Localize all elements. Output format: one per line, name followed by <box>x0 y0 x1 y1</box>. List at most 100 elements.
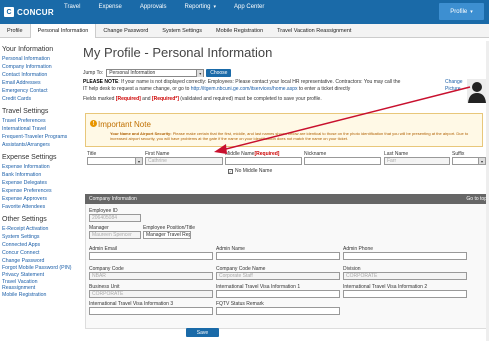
go-to-top-link[interactable]: Go to top <box>466 196 487 202</box>
note-prefix: PLEASE NOTE <box>83 79 119 85</box>
division-input[interactable]: CORPORATE <box>343 272 467 280</box>
manager-input[interactable]: Maureen Spencer <box>89 231 141 239</box>
jump-to-value: Personal Information <box>109 70 156 76</box>
name-change-note: PLEASE NOTE: If your name is not display… <box>83 79 403 92</box>
topnav-reporting-label: Reporting <box>184 4 211 10</box>
save-button[interactable]: Save <box>186 328 219 337</box>
topnav-travel-label: Travel <box>64 4 81 10</box>
sidebar-link[interactable]: Bank Information <box>2 171 80 179</box>
top-bar: C CONCUR Travel Expense Approvals Report… <box>0 0 489 24</box>
warning-icon: ! <box>90 120 97 127</box>
sidebar-heading: Your Information <box>2 46 54 53</box>
topnav-reporting[interactable]: Reporting ▾ <box>176 0 226 14</box>
sidebar-link[interactable]: Expense Delegates <box>2 179 80 187</box>
req-suffix: (validated and required) must be complet… <box>178 96 322 102</box>
sidebar-link[interactable]: Frequent-Traveler Programs <box>2 133 80 141</box>
last-name-input[interactable]: Farr <box>384 157 450 165</box>
middle-name-input[interactable] <box>225 157 302 165</box>
chevron-down-icon: ▾ <box>196 69 204 77</box>
note-suffix: to enter a ticket directly <box>297 85 351 92</box>
important-note-text: Your Name and Airport Security: Please m… <box>110 131 470 141</box>
title-select[interactable]: ▾ <box>87 157 143 165</box>
chevron-down-icon: ▾ <box>470 8 473 15</box>
itvi2-input[interactable] <box>343 290 467 298</box>
sidebar: Your Information Personal Information Co… <box>0 41 80 341</box>
sidebar-link[interactable]: Emergency Contact <box>2 87 80 95</box>
sidebar-link[interactable]: Favorite Attendees <box>2 203 80 211</box>
sidebar-link[interactable]: Concur Connect <box>2 249 80 257</box>
itvi3-input[interactable] <box>89 307 213 315</box>
topnav-expense[interactable]: Expense <box>89 0 130 14</box>
nickname-input[interactable] <box>304 157 381 165</box>
profile-menu-label: Profile <box>450 8 468 15</box>
sidebar-link[interactable]: Contact Information <box>2 71 80 79</box>
req-prefix: Fields marked <box>83 96 116 102</box>
topnav-approvals[interactable]: Approvals <box>131 0 176 14</box>
subnav-profile[interactable]: Profile <box>0 24 30 38</box>
business-unit-input[interactable]: CORPORATE <box>89 290 213 298</box>
sidebar-link[interactable]: Email Addresses <box>2 79 80 87</box>
page-title: My Profile - Personal Information <box>83 45 273 60</box>
suffix-select[interactable]: ▾ <box>452 157 486 165</box>
topnav-approvals-label: Approvals <box>139 4 167 10</box>
sidebar-link[interactable]: International Travel <box>2 125 80 133</box>
sidebar-link[interactable]: Expense Approvers <box>2 195 80 203</box>
sidebar-link[interactable]: E-Receipt Activation <box>2 225 80 233</box>
sidebar-link[interactable]: Personal Information <box>2 55 80 63</box>
sidebar-link[interactable]: Credit Cards <box>2 95 80 103</box>
topnav-app-center[interactable]: App Center <box>225 0 273 14</box>
it-help-link[interactable]: http://itgem.nbcuni.ge.com/itservices/ho… <box>191 86 298 92</box>
sidebar-link[interactable]: Travel Vacation Reassignment <box>2 279 62 291</box>
change-picture-line2: Picture <box>445 86 461 92</box>
profile-menu-button[interactable]: Profile ▾ <box>439 3 484 20</box>
fqtv-status-input[interactable] <box>216 307 340 315</box>
topnav-app-center-label: App Center <box>234 4 265 10</box>
sidebar-link[interactable]: Mobile Registration <box>2 291 80 299</box>
choose-button[interactable]: Choose <box>206 69 232 77</box>
sidebar-link[interactable]: Connected Apps <box>2 241 80 249</box>
important-note-box: ! Important Note Your Name and Airport S… <box>85 113 483 147</box>
jump-to-row: Jump To: Personal Information ▾ Choose <box>83 68 232 78</box>
no-middle-name-label: No Middle Name <box>235 168 273 174</box>
subnav-mobile-registration[interactable]: Mobile Registration <box>209 24 270 38</box>
employee-id-input[interactable]: 206405084 <box>89 214 141 222</box>
company-code-name-input[interactable]: Corporate Staff <box>216 272 340 280</box>
admin-email-input[interactable] <box>89 252 213 260</box>
subnav-personal-information[interactable]: Personal Information <box>29 24 97 38</box>
company-information-body: Employee ID 206405084 Manager Maureen Sp… <box>85 204 489 329</box>
sidebar-link[interactable]: Expense Information <box>2 163 80 171</box>
sidebar-link[interactable]: Travel Preferences <box>2 117 80 125</box>
topnav-expense-label: Expense <box>98 4 122 10</box>
admin-name-input[interactable] <box>216 252 340 260</box>
required-fields-note: Fields marked [Required] and [Required*]… <box>83 96 322 102</box>
position-title-input[interactable]: Manager Travel Report <box>143 231 191 239</box>
jump-to-select[interactable]: Personal Information ▾ <box>106 69 205 77</box>
concur-logo-text: CONCUR <box>17 7 54 17</box>
concur-logo[interactable]: C CONCUR <box>4 5 54 19</box>
subnav-travel-vacation-reassignment[interactable]: Travel Vacation Reassignment <box>270 24 358 38</box>
change-picture-link[interactable]: Change Picture <box>445 79 463 93</box>
no-middle-name-checkbox[interactable]: ✓ <box>228 168 233 174</box>
sidebar-link[interactable]: Company Information <box>2 63 80 71</box>
chevron-down-icon: ▾ <box>478 158 485 164</box>
user-silhouette-icon <box>467 79 487 103</box>
sidebar-link[interactable]: System Settings <box>2 233 80 241</box>
topnav-travel[interactable]: Travel <box>55 0 89 14</box>
sidebar-heading: Expense Settings <box>2 154 57 161</box>
company-information-header: Company Information Go to top <box>85 194 489 204</box>
required-validated-marker: [Required*] <box>151 96 179 102</box>
avatar <box>467 79 487 103</box>
first-name-input[interactable]: Cathrine <box>145 157 223 165</box>
sidebar-link[interactable]: Change Password <box>2 257 80 265</box>
subnav-system-settings[interactable]: System Settings <box>155 24 209 38</box>
req-mid: and <box>140 96 152 102</box>
sidebar-link[interactable]: Expense Preferences <box>2 187 80 195</box>
sidebar-link[interactable]: Assistants/Arrangers <box>2 141 80 149</box>
itvi1-input[interactable] <box>216 290 340 298</box>
subnav-change-password[interactable]: Change Password <box>96 24 155 38</box>
sidebar-heading: Travel Settings <box>2 108 49 115</box>
company-code-input[interactable]: NBAR <box>89 272 213 280</box>
sidebar-link[interactable]: Privacy Statement <box>2 271 80 279</box>
concur-logo-mark: C <box>4 7 14 17</box>
admin-phone-input[interactable] <box>343 252 467 260</box>
